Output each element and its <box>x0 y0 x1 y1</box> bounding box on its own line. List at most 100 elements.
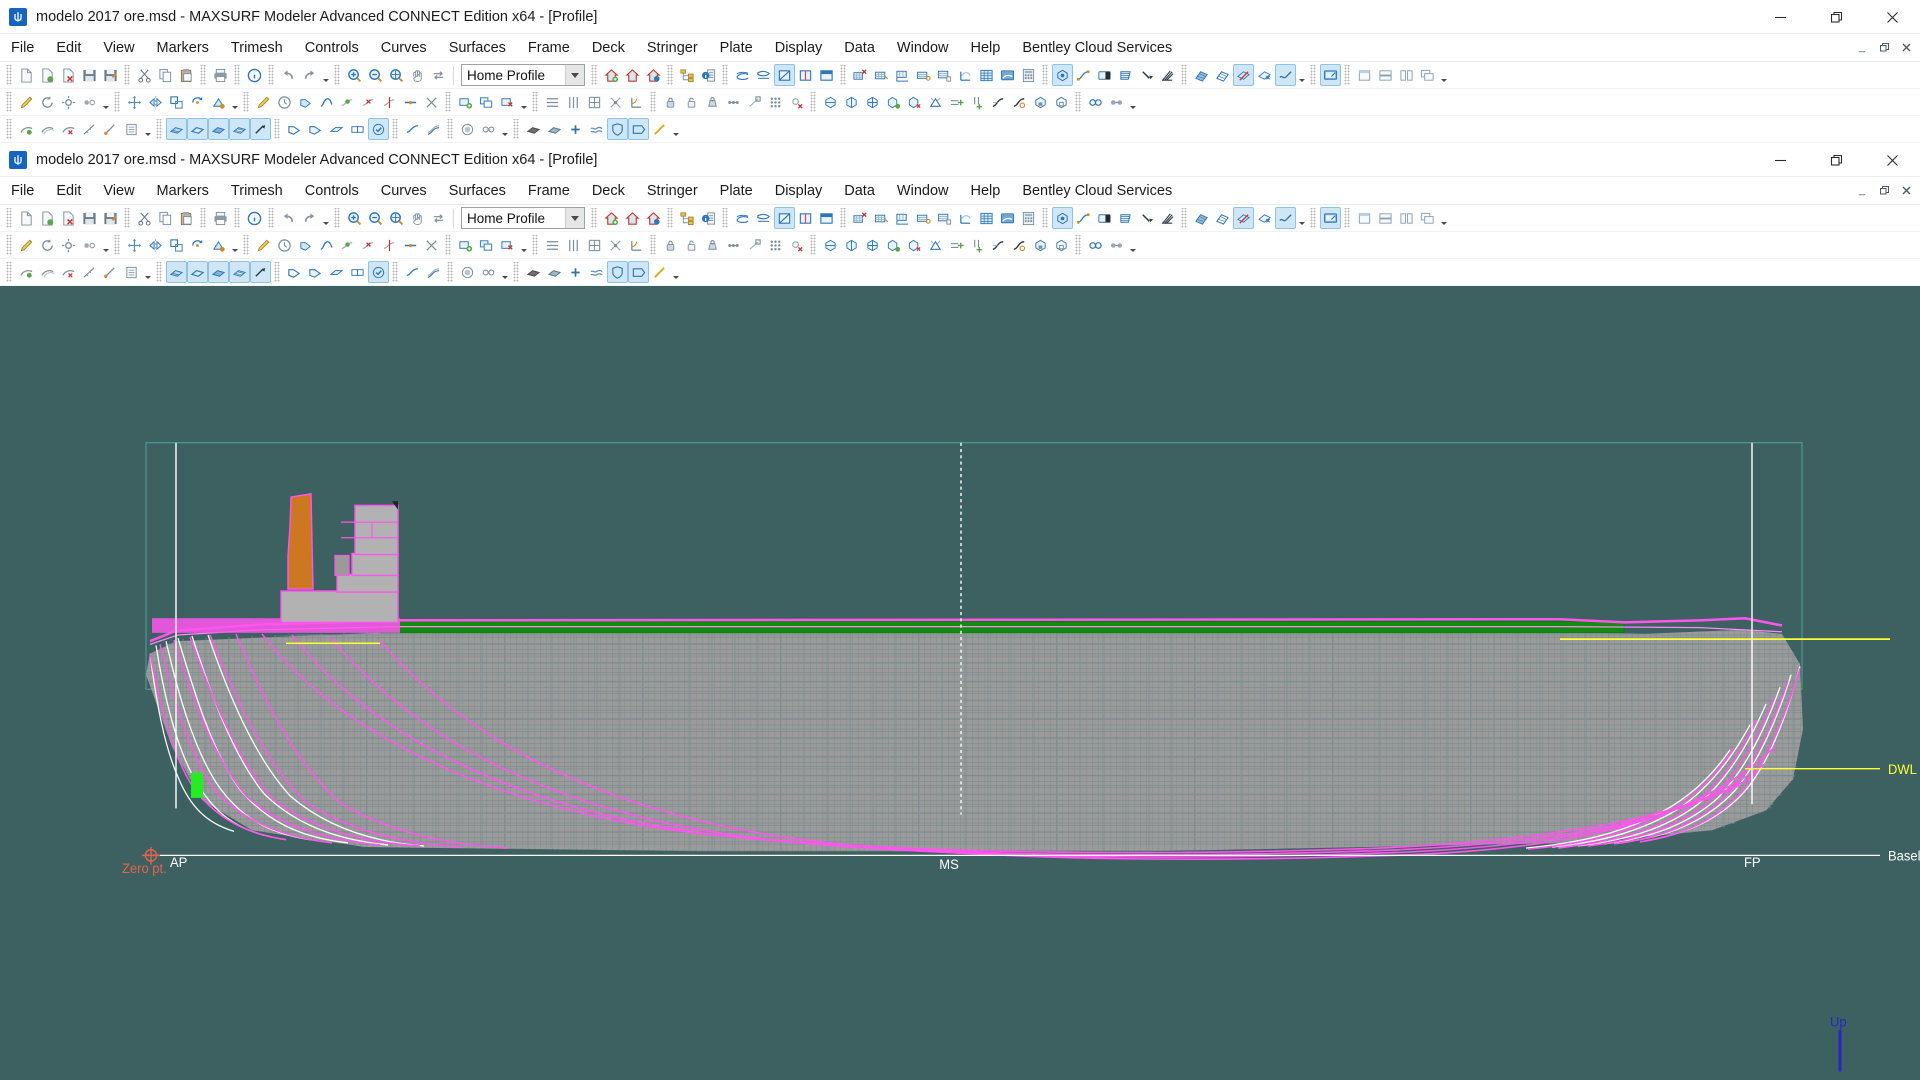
chevron-down-icon[interactable] <box>565 208 584 228</box>
surface-shade-button[interactable] <box>1094 207 1115 229</box>
draw-line-button[interactable] <box>253 234 274 256</box>
toolbar-grip[interactable] <box>1042 65 1049 85</box>
mirror-button[interactable] <box>145 91 166 113</box>
section-add-button[interactable] <box>16 118 37 140</box>
fair-curve-button[interactable] <box>402 118 423 140</box>
link-surfaces-button[interactable] <box>1085 234 1106 256</box>
inner-minimize-button[interactable] <box>1752 143 1808 177</box>
compact-grid-button[interactable] <box>584 234 605 256</box>
toolbar-overflow-chevron-down-icon[interactable] <box>229 91 240 113</box>
surface-shade-button[interactable] <box>1094 64 1115 86</box>
inner-menu-file[interactable]: File <box>0 179 45 203</box>
insert-point-button[interactable] <box>337 91 358 113</box>
chevron-down-icon[interactable] <box>565 65 584 85</box>
compact-cross-button[interactable] <box>605 234 626 256</box>
toolbar-grip[interactable] <box>1181 65 1188 85</box>
hull-render-button[interactable] <box>523 261 544 283</box>
inner-menu-display[interactable]: Display <box>764 179 834 203</box>
outer-minimize-button[interactable] <box>1752 0 1808 34</box>
curve-5-button[interactable] <box>250 118 271 140</box>
net-row-button[interactable] <box>820 91 841 113</box>
draw-arc-button[interactable] <box>274 234 295 256</box>
point-snap-button[interactable] <box>744 234 765 256</box>
zoom-in-button[interactable] <box>344 207 365 229</box>
marker-options-button[interactable] <box>79 91 100 113</box>
paste-button[interactable] <box>176 64 197 86</box>
toolbar-grip[interactable] <box>268 208 275 228</box>
add-home-profile-button[interactable] <box>601 207 622 229</box>
toolbar-grip[interactable] <box>513 262 520 282</box>
control-points-button[interactable] <box>1052 64 1073 86</box>
section-list-button[interactable] <box>121 261 142 283</box>
toolbar-overflow-chevron-down-icon[interactable] <box>670 118 681 140</box>
net-lock-button[interactable] <box>1030 91 1051 113</box>
rotate-marker-button[interactable] <box>37 234 58 256</box>
scale-button[interactable] <box>166 91 187 113</box>
compact-angle-button[interactable] <box>626 91 647 113</box>
copy-button[interactable] <box>155 207 176 229</box>
hull-add-button[interactable] <box>565 118 586 140</box>
cascade-button[interactable] <box>1417 64 1438 86</box>
inner-menu-deck[interactable]: Deck <box>581 179 636 203</box>
toolbar-grip[interactable] <box>445 92 452 112</box>
marker-settings-button[interactable] <box>58 234 79 256</box>
save-as-button[interactable] <box>100 207 121 229</box>
new-design-button[interactable] <box>16 207 37 229</box>
inner-menu-view[interactable]: View <box>92 179 145 203</box>
toolbar-grip[interactable] <box>1042 208 1049 228</box>
manage-home-profile-button[interactable] <box>643 207 664 229</box>
marker-settings-button[interactable] <box>58 91 79 113</box>
trim-surface-button[interactable] <box>1233 64 1254 86</box>
edge-curve-button[interactable] <box>1073 64 1094 86</box>
redo-button[interactable] <box>299 207 320 229</box>
toolbar-grip[interactable] <box>234 208 241 228</box>
toolbar-grip[interactable] <box>1310 65 1317 85</box>
move-button[interactable] <box>124 91 145 113</box>
net-transform-button[interactable] <box>925 234 946 256</box>
cascade-button[interactable] <box>1417 207 1438 229</box>
net-transform-button[interactable] <box>925 91 946 113</box>
toolbar-grip[interactable] <box>591 208 598 228</box>
new-design-button[interactable] <box>16 64 37 86</box>
single-window-button[interactable] <box>1354 207 1375 229</box>
home-profile-combobox[interactable]: Home Profile <box>461 207 585 229</box>
body-plan-view-button[interactable] <box>795 64 816 86</box>
section-delete-button[interactable] <box>58 118 79 140</box>
toolbar-overflow-chevron-down-icon[interactable] <box>1296 64 1307 86</box>
toolbar-overflow-chevron-down-icon[interactable] <box>1438 64 1449 86</box>
toolbar-overflow-chevron-down-icon[interactable] <box>320 207 331 229</box>
tile-vertical-button[interactable] <box>1396 64 1417 86</box>
new-surface-button[interactable] <box>455 91 476 113</box>
hull-shade-button[interactable] <box>544 118 565 140</box>
plate-check-button[interactable] <box>368 118 389 140</box>
inner-menu-trimesh[interactable]: Trimesh <box>220 179 294 203</box>
toolbar-grip[interactable] <box>6 65 13 85</box>
mirror-button[interactable] <box>145 234 166 256</box>
grid-spacing-button[interactable] <box>976 64 997 86</box>
marker-options-button[interactable] <box>79 234 100 256</box>
add-home-profile-button[interactable] <box>601 64 622 86</box>
toolbar-grip[interactable] <box>274 119 281 139</box>
inner-menu-controls[interactable]: Controls <box>294 179 370 203</box>
inner-maximize-button[interactable] <box>1808 143 1864 177</box>
split-button[interactable] <box>379 234 400 256</box>
section-copy-button[interactable] <box>37 261 58 283</box>
split-button[interactable] <box>379 91 400 113</box>
bond-points-button[interactable] <box>1106 91 1127 113</box>
section-measure-button[interactable] <box>79 261 100 283</box>
compact-cross-button[interactable] <box>605 91 626 113</box>
buttocks-button[interactable] <box>913 64 934 86</box>
waterlines-button[interactable] <box>934 207 955 229</box>
save-as-button[interactable] <box>100 64 121 86</box>
zoom-extents-button[interactable] <box>386 64 407 86</box>
draw-spline-button[interactable] <box>316 234 337 256</box>
surface-net-button[interactable] <box>1115 207 1136 229</box>
toolbar-grip[interactable] <box>1344 208 1351 228</box>
undo-button[interactable] <box>278 64 299 86</box>
close-design-button[interactable] <box>58 207 79 229</box>
toolbar-grip[interactable] <box>6 208 13 228</box>
tile-vertical-button[interactable] <box>1396 207 1417 229</box>
curve-1-button[interactable] <box>166 118 187 140</box>
plate-flatten-button[interactable] <box>326 261 347 283</box>
stations-button[interactable] <box>892 207 913 229</box>
